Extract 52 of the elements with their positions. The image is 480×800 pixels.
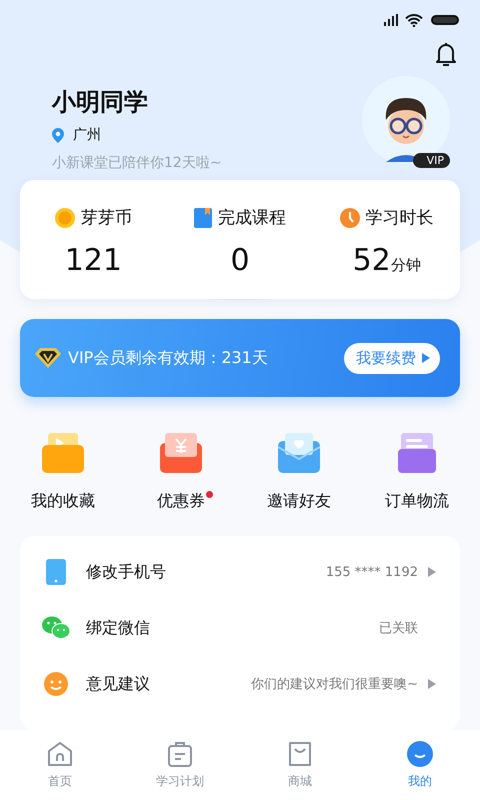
vip-expiry-text: VIP会员剩余有效期：231天: [68, 348, 269, 369]
smiley-icon: [42, 672, 70, 696]
signal-icon: [384, 14, 398, 26]
chat-bubbles-icon: [42, 616, 70, 640]
shortcut-label: 我的收藏: [31, 491, 95, 510]
tab-bar-item[interactable]: 我的: [360, 730, 480, 800]
home-icon: [47, 740, 73, 766]
settings-row[interactable]: 修改手机号 155 **** 1192: [42, 544, 436, 600]
battery-icon: [430, 14, 460, 26]
box-icon: [396, 433, 438, 474]
stat-label: 芽芽币: [80, 207, 132, 230]
folder-icon: [42, 433, 84, 474]
coupon-envelope-icon: [160, 433, 202, 474]
settings-value: 155 **** 1192: [326, 564, 418, 580]
vip-badge: VIP: [412, 153, 450, 168]
settings-label: 绑定微信: [86, 618, 151, 639]
shortcut-label: 优惠券: [157, 491, 205, 510]
stat-unit: 分钟: [390, 256, 421, 276]
clipboard-icon: [168, 740, 192, 766]
shortcut-item[interactable]: 我的收藏: [4, 433, 122, 512]
shortcut-label: 邀请好友: [267, 491, 331, 510]
settings-label: 意见建议: [86, 674, 151, 695]
companion-days-text: 小新课堂已陪伴你12天啦~: [52, 154, 222, 172]
clock-icon: [340, 208, 360, 228]
wifi-icon: [405, 14, 423, 27]
stat-value: 121: [64, 243, 122, 278]
settings-value: 你们的建议对我们很重要噢~: [251, 676, 418, 694]
avatar-cartoon-drawing[interactable]: [362, 76, 450, 164]
stat-value: 52: [352, 243, 391, 278]
book-icon: [194, 208, 212, 228]
renew-button[interactable]: 我要续费: [344, 342, 440, 374]
settings-label: 修改手机号: [86, 562, 167, 583]
coin-icon: [54, 208, 75, 228]
location-text: 广州: [73, 126, 101, 144]
shortcut-item[interactable]: 订单物流: [358, 433, 476, 512]
play-triangle-icon: [422, 353, 430, 364]
diamond-v-icon: [34, 347, 62, 370]
notification-bell-icon[interactable]: [434, 40, 458, 67]
smile-face-icon: [407, 740, 433, 766]
stat-value: 0: [230, 243, 250, 278]
settings-value: 已关联: [379, 620, 418, 638]
stat-label: 完成课程: [218, 207, 286, 230]
user-name: 小明同学: [52, 87, 149, 118]
shortcut-label: 订单物流: [385, 491, 449, 510]
shortcut-item[interactable]: 优惠券: [122, 433, 240, 512]
settings-row[interactable]: 意见建议 你们的建议对我们很重要噢~: [42, 656, 436, 712]
shopping-bag-icon: [288, 740, 312, 766]
stat-label: 学习时长: [366, 207, 434, 230]
shortcut-item[interactable]: 邀请好友: [240, 433, 358, 512]
heart-envelope-icon: [278, 433, 320, 474]
location-pin-icon: [52, 128, 64, 143]
settings-row[interactable]: 绑定微信 已关联: [42, 600, 436, 656]
